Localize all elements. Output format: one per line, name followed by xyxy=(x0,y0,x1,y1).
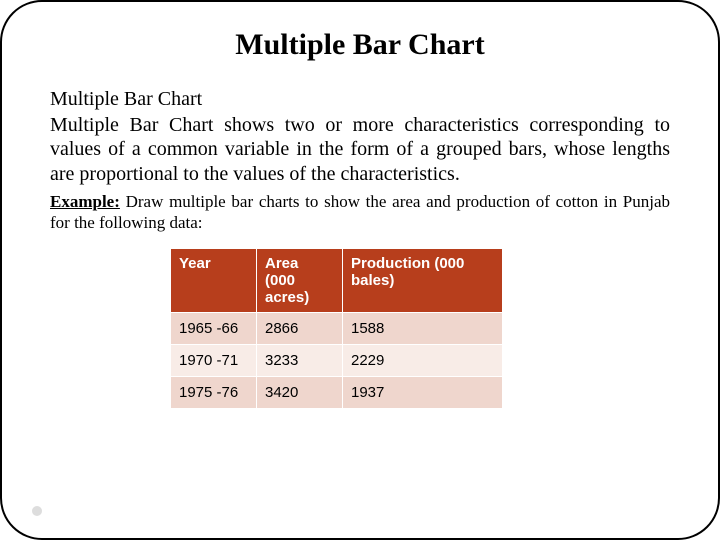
page-title: Multiple Bar Chart xyxy=(50,28,670,62)
cell-area: 2866 xyxy=(257,312,343,344)
example-body: Draw multiple bar charts to show the are… xyxy=(50,192,670,232)
cell-year: 1970 -71 xyxy=(171,344,257,376)
example-text: Example: Draw multiple bar charts to sho… xyxy=(50,192,670,233)
example-label: Example: xyxy=(50,192,120,211)
data-table: Year Area (000 acres) Production (000 ba… xyxy=(170,248,503,409)
table-row: 1975 -76 3420 1937 xyxy=(171,376,503,408)
th-production: Production (000 bales) xyxy=(343,248,503,312)
description-text: Multiple Bar Chart shows two or more cha… xyxy=(50,113,670,186)
table-header-row: Year Area (000 acres) Production (000 ba… xyxy=(171,248,503,312)
section-subtitle: Multiple Bar Chart xyxy=(50,88,670,111)
th-area: Area (000 acres) xyxy=(257,248,343,312)
cell-area: 3233 xyxy=(257,344,343,376)
cell-production: 2229 xyxy=(343,344,503,376)
cell-year: 1965 -66 xyxy=(171,312,257,344)
cell-production: 1588 xyxy=(343,312,503,344)
cell-area: 3420 xyxy=(257,376,343,408)
th-year: Year xyxy=(171,248,257,312)
slide-frame: Multiple Bar Chart Multiple Bar Chart Mu… xyxy=(0,0,720,540)
slide-indicator-icon xyxy=(32,506,42,516)
cell-production: 1937 xyxy=(343,376,503,408)
table-row: 1970 -71 3233 2229 xyxy=(171,344,503,376)
table-row: 1965 -66 2866 1588 xyxy=(171,312,503,344)
cell-year: 1975 -76 xyxy=(171,376,257,408)
